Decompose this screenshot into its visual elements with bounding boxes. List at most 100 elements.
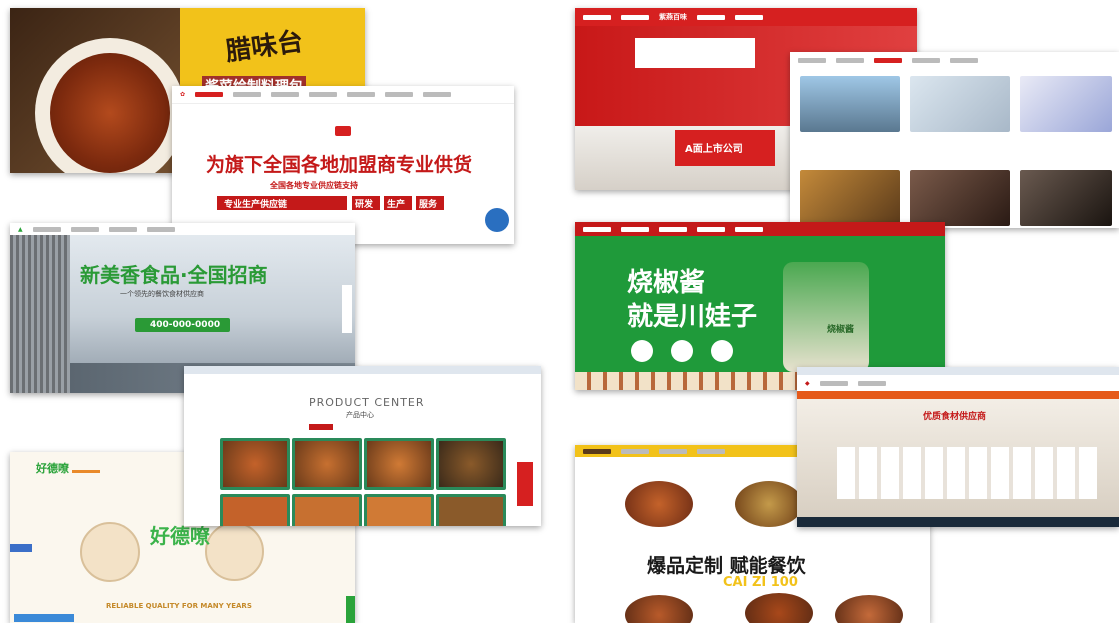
badge-icon <box>711 340 733 362</box>
badge-icon <box>631 340 653 362</box>
mascot-hand <box>205 522 264 581</box>
product-center-subtitle: 产品中心 <box>346 411 374 419</box>
nav-item-home[interactable] <box>195 92 224 97</box>
food-bowl <box>625 481 693 527</box>
nav-item[interactable] <box>423 92 452 97</box>
product-center-title: PRODUCT CENTER <box>309 396 425 409</box>
nav-item[interactable] <box>735 226 763 232</box>
nav-item[interactable] <box>32 226 61 232</box>
photo-equipment[interactable] <box>1020 170 1112 226</box>
recruit-subline: 一个领先的餐饮食材供应商 <box>120 290 204 298</box>
nav-item[interactable] <box>659 226 687 232</box>
site-logo: ▲ <box>18 225 23 233</box>
browser-bar <box>184 366 541 374</box>
mascot-head <box>80 522 140 582</box>
food-dish <box>50 53 170 173</box>
chef-banner-text: 优质食材供应商 <box>923 412 987 422</box>
nav-item[interactable] <box>836 57 864 63</box>
nav-item[interactable] <box>583 448 611 454</box>
photo-harbor[interactable] <box>800 76 900 132</box>
house-icon[interactable] <box>485 208 509 232</box>
nav-item[interactable] <box>697 448 725 454</box>
side-toolbar[interactable] <box>342 285 352 333</box>
product-thumb[interactable] <box>364 438 434 490</box>
orange-menu-bar <box>797 391 1119 399</box>
nav-item[interactable] <box>950 57 978 63</box>
recruit-headline: 新美香食品·全国招商 <box>80 263 268 287</box>
nav-item[interactable] <box>70 226 99 232</box>
blue-tag[interactable] <box>10 544 32 552</box>
collage-card-chefs: ◆ 优质食材供应商 <box>797 367 1119 527</box>
site-nav: 紫燕百味 <box>575 8 917 26</box>
badge-icon <box>671 340 693 362</box>
store-logo: 紫燕百味 <box>659 13 687 21</box>
nav-item[interactable] <box>108 226 137 232</box>
product-thumb[interactable] <box>364 494 434 526</box>
nav-item[interactable] <box>798 57 826 63</box>
product-thumb[interactable] <box>436 438 506 490</box>
nav-item[interactable] <box>347 92 376 97</box>
product-thumb[interactable] <box>220 438 290 490</box>
site-nav: ✿ <box>172 86 514 104</box>
blue-button[interactable] <box>14 614 74 622</box>
bowls-sub: CAI ZI 100 <box>723 575 798 590</box>
nav-item[interactable] <box>912 57 940 63</box>
site-nav <box>790 52 1119 68</box>
nav-item[interactable] <box>621 448 649 454</box>
supplier-headline: 为旗下全国各地加盟商专业供货 <box>206 154 473 176</box>
pill-label: 服务 <box>419 200 438 210</box>
supplier-subline: 全国各地专业供应链支持 <box>270 181 358 190</box>
red-logo-mark <box>335 126 351 136</box>
site-nav: ◆ <box>797 375 1119 391</box>
nav-item[interactable] <box>874 57 902 63</box>
sauce-headline-2: 就是川娃子 <box>627 302 758 332</box>
nav-item[interactable] <box>385 92 414 97</box>
nav-item[interactable] <box>309 92 338 97</box>
nav-item[interactable] <box>697 226 725 232</box>
pill-label: 研发 <box>355 200 374 210</box>
product-thumb[interactable] <box>292 438 362 490</box>
taskbar <box>797 517 1119 527</box>
photo-light[interactable] <box>1020 76 1112 132</box>
food-bowl <box>745 593 813 623</box>
store-menu-board <box>635 38 755 68</box>
red-side-toolbar[interactable] <box>517 462 533 506</box>
pill-label: 生产 <box>387 200 406 210</box>
nav-item[interactable] <box>697 14 725 20</box>
bowls-headline: 爆品定制 赋能餐饮 <box>647 555 806 577</box>
food-bowl <box>735 481 803 527</box>
product-thumb[interactable] <box>292 494 362 526</box>
sauce-headline-1: 烧椒酱 <box>627 268 706 298</box>
sauce-jar-label: 烧椒酱 <box>827 325 855 335</box>
site-nav: ▲ <box>10 223 355 235</box>
green-side-tab[interactable] <box>346 596 355 623</box>
photo-lab[interactable] <box>910 76 1010 132</box>
nav-item[interactable] <box>271 92 300 97</box>
collage-card-product-center: PRODUCT CENTER 产品中心 <box>184 366 541 526</box>
collage-card-supplier-site: ✿ 为旗下全国各地加盟商专业供货 全国各地专业供应链支持 专业生产供应链 研发 … <box>172 86 514 244</box>
product-thumb[interactable] <box>220 494 290 526</box>
nav-item[interactable] <box>146 226 175 232</box>
nav-item[interactable] <box>583 226 611 232</box>
site-nav <box>575 222 945 236</box>
nav-item[interactable] <box>233 92 262 97</box>
store-sign-text: A面上市公司 <box>685 144 743 155</box>
site-logo: ✿ <box>180 91 186 98</box>
nav-item[interactable] <box>583 14 611 20</box>
browser-bar <box>797 367 1119 375</box>
site-logo: ◆ <box>805 379 810 387</box>
nav-item[interactable] <box>659 448 687 454</box>
building-left <box>10 235 70 393</box>
brand-orange-bar <box>72 470 100 473</box>
product-thumb[interactable] <box>436 494 506 526</box>
nav-item[interactable] <box>621 226 649 232</box>
food-bowl <box>625 595 693 623</box>
nav-item[interactable] <box>819 380 848 386</box>
photo-pour[interactable] <box>800 170 900 226</box>
category-tab-active[interactable] <box>309 424 333 430</box>
nav-item[interactable] <box>621 14 649 20</box>
photo-kitchen[interactable] <box>910 170 1010 226</box>
nav-item[interactable] <box>857 380 886 386</box>
food-bowl <box>835 595 903 623</box>
nav-item[interactable] <box>735 14 763 20</box>
